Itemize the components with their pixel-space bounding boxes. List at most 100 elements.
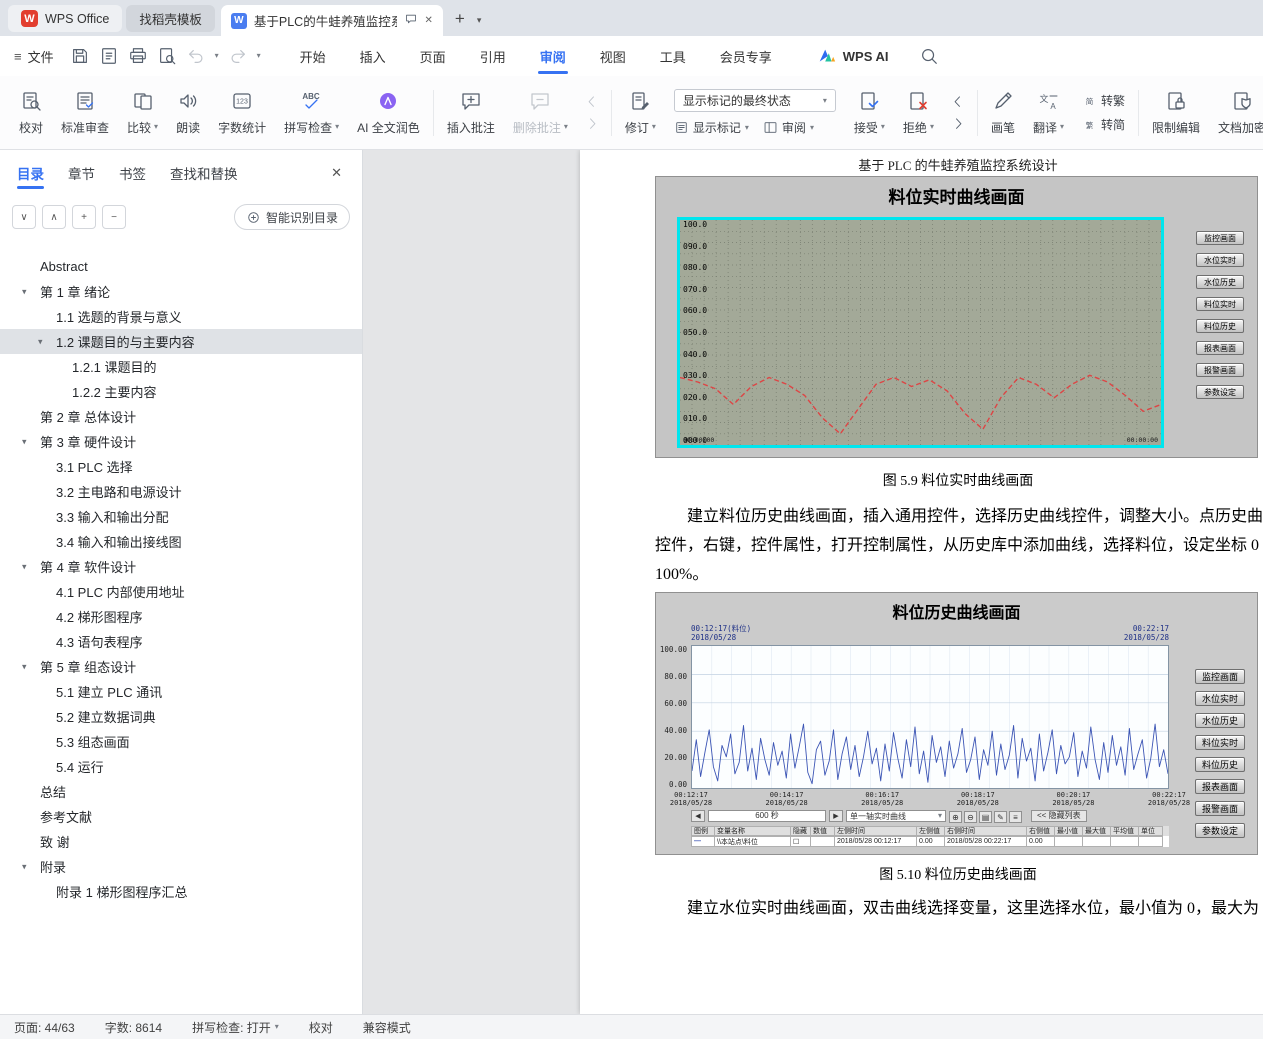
scada-button[interactable]: 水位历史	[1196, 275, 1244, 289]
next-comment-icon[interactable]	[582, 115, 602, 132]
toc-item[interactable]: ▾ 第 5 章 组态设计	[0, 654, 362, 679]
interval-field[interactable]: 600 秒	[708, 810, 826, 822]
menu-tab[interactable]: 引用	[463, 36, 523, 76]
toc-item[interactable]: ▾ 第 1 章 绪论	[0, 279, 362, 304]
word-count-button[interactable]: 123 字数统计	[209, 90, 275, 136]
marks-state-dropdown[interactable]: 显示标记的最终状态 ▾	[673, 89, 836, 112]
ink-button[interactable]: 画笔	[982, 90, 1024, 136]
tab-list-chevron-icon[interactable]: ▾	[477, 15, 482, 26]
scada-button[interactable]: 监控画面	[1195, 669, 1245, 684]
reject-button[interactable]: 拒绝 ▾	[894, 90, 943, 136]
curve-mode-dropdown[interactable]: 单一轴实时曲线 ▾	[846, 810, 946, 822]
toc-item[interactable]: ▾ 1.2 课题目的与主要内容	[0, 329, 362, 354]
scada-button[interactable]: 水位实时	[1196, 253, 1244, 267]
template-tab[interactable]: 找稻壳模板	[126, 5, 215, 32]
encrypt-button[interactable]: 文档加密	[1209, 90, 1263, 136]
toc-item[interactable]: 3.4 输入和输出接线图	[0, 529, 362, 554]
scada-button[interactable]: 料位历史	[1196, 319, 1244, 333]
restrict-edit-button[interactable]: 限制编辑	[1143, 90, 1209, 136]
scroll-left-button[interactable]: ◀	[691, 810, 705, 822]
menu-tab[interactable]: 页面	[403, 36, 463, 76]
search-icon[interactable]	[919, 46, 939, 66]
proofread-button[interactable]: 校对	[10, 90, 52, 136]
scada-button[interactable]: 水位历史	[1195, 713, 1245, 728]
print-preview-icon[interactable]	[157, 46, 177, 66]
scada-button[interactable]: 料位历史	[1195, 757, 1245, 772]
ai-polish-button[interactable]: AI 全文润色	[348, 90, 429, 136]
expand-icon[interactable]: ▾	[22, 286, 27, 297]
new-tab-button[interactable]: +	[455, 9, 465, 29]
delete-comment-button[interactable]: 删除批注 ▾	[504, 90, 577, 136]
toc-item[interactable]: 5.2 建立数据词典	[0, 704, 362, 729]
compare-button[interactable]: 比较 ▾	[118, 90, 167, 136]
scada-button[interactable]: 料位实时	[1196, 297, 1244, 311]
save-icon[interactable]	[70, 46, 90, 66]
menu-tab[interactable]: 会员专享	[703, 36, 789, 76]
standard-review-button[interactable]: 标准审查	[52, 90, 118, 136]
sidebar-tab[interactable]: 书签	[119, 150, 146, 196]
expand-icon[interactable]: ▾	[38, 336, 43, 347]
toc-item[interactable]: 5.1 建立 PLC 通讯	[0, 679, 362, 704]
next-change-icon[interactable]	[948, 115, 968, 132]
review-pane-button[interactable]: 审阅 ▾	[763, 119, 814, 136]
print-icon[interactable]	[128, 46, 148, 66]
menu-tab[interactable]: 开始	[283, 36, 343, 76]
document-tab[interactable]: W 基于PLC的牛蛙养殖监控系统 ✕	[220, 5, 443, 36]
toc-item[interactable]: 4.2 梯形图程序	[0, 604, 362, 629]
trend-tool-icon[interactable]: ✎	[994, 811, 1007, 824]
minus-icon[interactable]: −	[102, 205, 126, 229]
trend-tool-icon[interactable]: ⊕	[949, 811, 962, 824]
toc-item[interactable]: 5.4 运行	[0, 754, 362, 779]
chevron-down-icon[interactable]: ∨	[12, 205, 36, 229]
plus-icon[interactable]: +	[72, 205, 96, 229]
toc-item[interactable]: 附录 1 梯形图程序汇总	[0, 879, 362, 904]
close-sidebar-icon[interactable]: ✕	[331, 165, 342, 181]
toc-item[interactable]: 1.2.1 课题目的	[0, 354, 362, 379]
toc-item[interactable]: 5.3 组态画面	[0, 729, 362, 754]
figure-5-9[interactable]: 料位实时曲线画面 100.0 090.0 080.0 070.0 060.0 050.0 0…	[655, 176, 1258, 458]
close-tab-icon[interactable]: ✕	[425, 15, 433, 26]
to-simplified-button[interactable]: 繁 转简	[1082, 116, 1125, 133]
toc-item[interactable]: 3.2 主电路和电源设计	[0, 479, 362, 504]
toc-item[interactable]: 4.1 PLC 内部使用地址	[0, 579, 362, 604]
sidebar-tab[interactable]: 查找和替换	[170, 150, 238, 196]
previous-comment-icon[interactable]	[582, 93, 602, 110]
redo-chevron-icon[interactable]: ▾	[257, 52, 261, 60]
expand-icon[interactable]: ▾	[22, 661, 27, 672]
smart-toc-button[interactable]: 智能识别目录	[233, 204, 350, 230]
trend-tool-icon[interactable]: ▤	[979, 811, 992, 824]
trend-tool-icon[interactable]: ≡	[1009, 811, 1022, 824]
toc-item[interactable]: 3.3 输入和输出分配	[0, 504, 362, 529]
export-icon[interactable]	[99, 46, 119, 66]
page[interactable]: 基于 PLC 的牛蛙养殖监控系统设计 料位实时曲线画面 100.0 090.0 08…	[580, 150, 1263, 1014]
to-traditional-button[interactable]: 简 转繁	[1082, 92, 1125, 109]
expand-icon[interactable]: ▾	[22, 861, 27, 872]
menu-tab[interactable]: 审阅	[523, 36, 583, 76]
expand-icon[interactable]: ▾	[22, 561, 27, 572]
accept-button[interactable]: 接受 ▾	[845, 90, 894, 136]
toc-item[interactable]: 致 谢	[0, 829, 362, 854]
menu-tab[interactable]: 插入	[343, 36, 403, 76]
scada-button[interactable]: 监控画面	[1196, 231, 1244, 245]
track-changes-button[interactable]: 修订 ▾	[616, 90, 665, 136]
show-marks-button[interactable]: 显示标记 ▾	[674, 119, 749, 136]
wps-ai-button[interactable]: WPS AI	[817, 46, 889, 66]
toc-item[interactable]: 总结	[0, 779, 362, 804]
hide-list-button[interactable]: << 隐藏列表	[1031, 810, 1087, 822]
menu-tab[interactable]: 视图	[583, 36, 643, 76]
previous-change-icon[interactable]	[948, 93, 968, 110]
redo-icon[interactable]	[228, 46, 248, 66]
sidebar-tab[interactable]: 目录	[17, 150, 44, 196]
status-item[interactable]: 拼写检查: 打开 ▾	[192, 1019, 279, 1036]
chevron-up-icon[interactable]: ∧	[42, 205, 66, 229]
toc-item[interactable]: Abstract	[0, 254, 362, 279]
toc-item[interactable]: ▾ 附录	[0, 854, 362, 879]
document-area[interactable]: 基于 PLC 的牛蛙养殖监控系统设计 料位实时曲线画面 100.0 090.0 08…	[363, 150, 1263, 1014]
toc-item[interactable]: 4.3 语句表程序	[0, 629, 362, 654]
scroll-right-button[interactable]: ▶	[829, 810, 843, 822]
trend-tool-icon[interactable]: ⊖	[964, 811, 977, 824]
toc-item[interactable]: ▾ 第 3 章 硬件设计	[0, 429, 362, 454]
scada-button[interactable]: 报表画面	[1196, 341, 1244, 355]
file-menu-button[interactable]: ≡ 文件	[14, 47, 54, 66]
expand-icon[interactable]: ▾	[22, 436, 27, 447]
